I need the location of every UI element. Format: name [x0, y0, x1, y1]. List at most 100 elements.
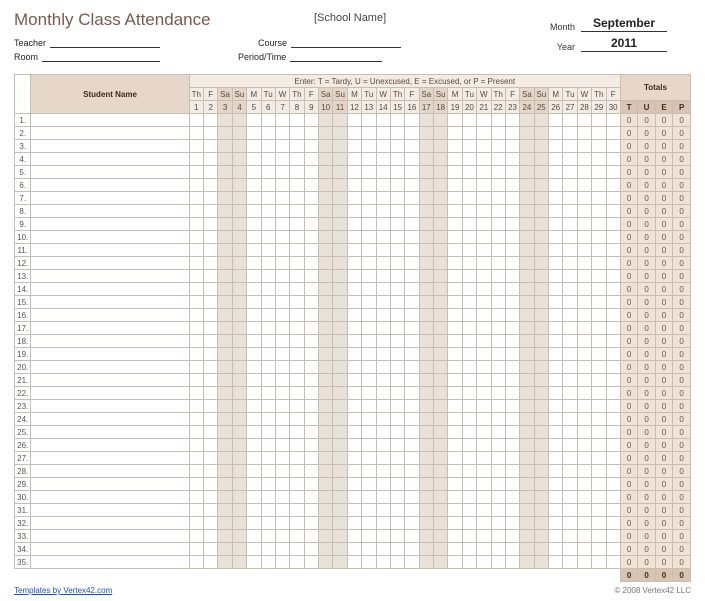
attendance-cell[interactable] — [577, 322, 591, 335]
attendance-cell[interactable] — [563, 452, 577, 465]
attendance-cell[interactable] — [577, 439, 591, 452]
student-name-cell[interactable] — [31, 426, 189, 439]
attendance-cell[interactable] — [448, 218, 462, 231]
attendance-cell[interactable] — [405, 530, 419, 543]
attendance-cell[interactable] — [534, 530, 548, 543]
attendance-cell[interactable] — [549, 140, 563, 153]
attendance-cell[interactable] — [606, 465, 620, 478]
attendance-cell[interactable] — [189, 465, 203, 478]
attendance-cell[interactable] — [405, 517, 419, 530]
attendance-cell[interactable] — [491, 439, 505, 452]
attendance-cell[interactable] — [261, 231, 275, 244]
attendance-cell[interactable] — [376, 517, 390, 530]
attendance-cell[interactable] — [520, 283, 534, 296]
attendance-cell[interactable] — [347, 192, 361, 205]
attendance-cell[interactable] — [333, 400, 347, 413]
attendance-cell[interactable] — [362, 543, 376, 556]
attendance-cell[interactable] — [606, 257, 620, 270]
attendance-cell[interactable] — [491, 192, 505, 205]
attendance-cell[interactable] — [434, 426, 448, 439]
attendance-cell[interactable] — [448, 283, 462, 296]
attendance-cell[interactable] — [347, 426, 361, 439]
attendance-cell[interactable] — [491, 153, 505, 166]
attendance-cell[interactable] — [477, 283, 491, 296]
attendance-cell[interactable] — [448, 374, 462, 387]
attendance-cell[interactable] — [218, 166, 232, 179]
attendance-cell[interactable] — [189, 413, 203, 426]
attendance-cell[interactable] — [520, 478, 534, 491]
attendance-cell[interactable] — [376, 205, 390, 218]
attendance-cell[interactable] — [419, 335, 433, 348]
attendance-cell[interactable] — [462, 153, 476, 166]
attendance-cell[interactable] — [333, 140, 347, 153]
attendance-cell[interactable] — [462, 556, 476, 569]
attendance-cell[interactable] — [505, 491, 519, 504]
attendance-cell[interactable] — [405, 478, 419, 491]
attendance-cell[interactable] — [261, 166, 275, 179]
attendance-cell[interactable] — [434, 543, 448, 556]
attendance-cell[interactable] — [232, 309, 246, 322]
attendance-cell[interactable] — [462, 530, 476, 543]
attendance-cell[interactable] — [520, 296, 534, 309]
attendance-cell[interactable] — [462, 270, 476, 283]
attendance-cell[interactable] — [204, 504, 218, 517]
attendance-cell[interactable] — [491, 244, 505, 257]
attendance-cell[interactable] — [347, 114, 361, 127]
attendance-cell[interactable] — [505, 439, 519, 452]
student-name-cell[interactable] — [31, 491, 189, 504]
attendance-cell[interactable] — [290, 413, 304, 426]
attendance-cell[interactable] — [390, 465, 404, 478]
student-name-cell[interactable] — [31, 218, 189, 231]
attendance-cell[interactable] — [247, 361, 261, 374]
attendance-cell[interactable] — [491, 283, 505, 296]
attendance-cell[interactable] — [347, 179, 361, 192]
attendance-cell[interactable] — [247, 452, 261, 465]
attendance-cell[interactable] — [577, 205, 591, 218]
attendance-cell[interactable] — [362, 296, 376, 309]
attendance-cell[interactable] — [520, 270, 534, 283]
attendance-cell[interactable] — [448, 205, 462, 218]
attendance-cell[interactable] — [204, 140, 218, 153]
attendance-cell[interactable] — [333, 530, 347, 543]
attendance-cell[interactable] — [304, 556, 318, 569]
attendance-cell[interactable] — [376, 387, 390, 400]
attendance-cell[interactable] — [549, 244, 563, 257]
attendance-cell[interactable] — [419, 491, 433, 504]
attendance-cell[interactable] — [319, 257, 333, 270]
attendance-cell[interactable] — [405, 426, 419, 439]
attendance-cell[interactable] — [534, 374, 548, 387]
attendance-cell[interactable] — [390, 400, 404, 413]
attendance-cell[interactable] — [290, 179, 304, 192]
attendance-cell[interactable] — [290, 348, 304, 361]
attendance-cell[interactable] — [275, 166, 289, 179]
attendance-cell[interactable] — [577, 387, 591, 400]
attendance-cell[interactable] — [304, 400, 318, 413]
attendance-cell[interactable] — [419, 309, 433, 322]
attendance-cell[interactable] — [319, 283, 333, 296]
student-name-cell[interactable] — [31, 257, 189, 270]
attendance-cell[interactable] — [419, 192, 433, 205]
attendance-cell[interactable] — [520, 530, 534, 543]
attendance-cell[interactable] — [563, 387, 577, 400]
attendance-cell[interactable] — [491, 543, 505, 556]
attendance-cell[interactable] — [247, 491, 261, 504]
attendance-cell[interactable] — [448, 348, 462, 361]
attendance-cell[interactable] — [189, 517, 203, 530]
attendance-cell[interactable] — [290, 296, 304, 309]
attendance-cell[interactable] — [347, 140, 361, 153]
attendance-cell[interactable] — [491, 556, 505, 569]
attendance-cell[interactable] — [189, 478, 203, 491]
attendance-cell[interactable] — [563, 465, 577, 478]
attendance-cell[interactable] — [362, 322, 376, 335]
attendance-cell[interactable] — [376, 192, 390, 205]
attendance-cell[interactable] — [520, 361, 534, 374]
attendance-cell[interactable] — [448, 478, 462, 491]
attendance-cell[interactable] — [405, 192, 419, 205]
attendance-cell[interactable] — [247, 413, 261, 426]
attendance-cell[interactable] — [477, 361, 491, 374]
attendance-cell[interactable] — [577, 231, 591, 244]
attendance-cell[interactable] — [549, 413, 563, 426]
attendance-cell[interactable] — [477, 140, 491, 153]
attendance-cell[interactable] — [333, 179, 347, 192]
attendance-cell[interactable] — [577, 491, 591, 504]
